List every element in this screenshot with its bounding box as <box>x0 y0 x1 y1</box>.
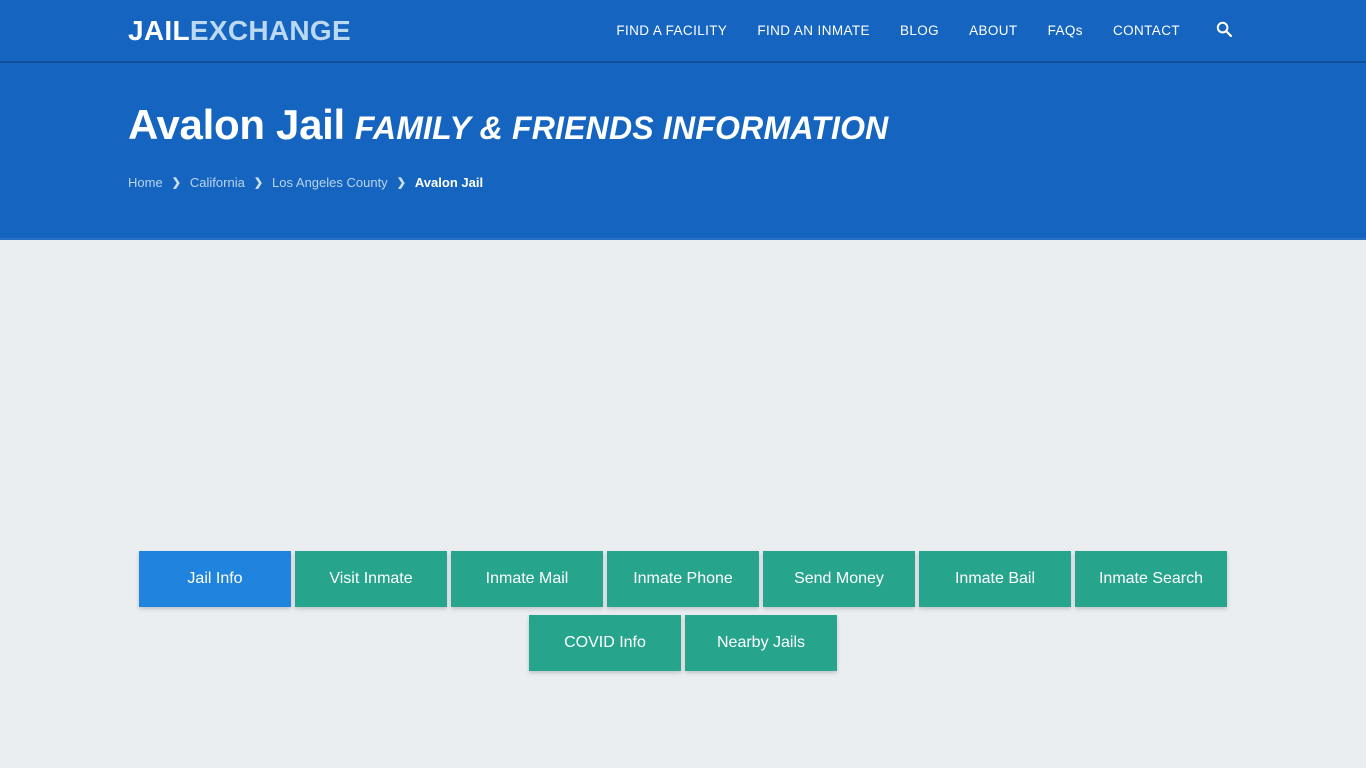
button-inmate-search[interactable]: Inmate Search <box>1075 551 1227 607</box>
button-inmate-bail[interactable]: Inmate Bail <box>919 551 1071 607</box>
breadcrumb-item-california[interactable]: California <box>190 175 245 190</box>
chevron-right-icon: ❯ <box>171 177 181 190</box>
site-header: JAILEXCHANGE FIND A FACILITY FIND AN INM… <box>0 0 1366 63</box>
button-visit-inmate[interactable]: Visit Inmate <box>295 551 447 607</box>
chevron-right-icon: ❯ <box>396 177 406 190</box>
logo-text-jail: JAIL <box>128 14 190 46</box>
search-button[interactable] <box>1210 21 1233 40</box>
chevron-right-icon: ❯ <box>253 177 264 190</box>
facility-section-buttons: Jail Info Visit Inmate Inmate Mail Inmat… <box>0 551 1366 671</box>
search-icon <box>1216 21 1233 40</box>
button-covid-info[interactable]: COVID Info <box>529 615 681 671</box>
site-logo[interactable]: JAILEXCHANGE <box>128 14 351 46</box>
button-jail-info[interactable]: Jail Info <box>139 551 291 607</box>
nav-item-blog[interactable]: BLOG <box>900 23 939 38</box>
facility-button-row-1: Jail Info Visit Inmate Inmate Mail Inmat… <box>128 551 1238 607</box>
facility-button-row-2: COVID Info Nearby Jails <box>128 615 1238 671</box>
nav-item-about[interactable]: ABOUT <box>969 23 1018 38</box>
nav-item-contact[interactable]: CONTACT <box>1113 23 1180 38</box>
page-title-subtitle: FAMILY & FRIENDS INFORMATION <box>354 110 889 146</box>
page-hero: Avalon Jail FAMILY & FRIENDS INFORMATION … <box>0 63 1366 240</box>
breadcrumb: Home ❯ California ❯ Los Angeles County ❯… <box>128 175 1238 190</box>
page-title-facility: Avalon Jail <box>128 101 345 148</box>
nav-item-find-a-facility[interactable]: FIND A FACILITY <box>616 23 727 38</box>
page-title: Avalon Jail FAMILY & FRIENDS INFORMATION <box>128 63 1238 147</box>
button-nearby-jails[interactable]: Nearby Jails <box>685 615 837 671</box>
breadcrumb-item-avalon-jail: Avalon Jail <box>414 175 484 191</box>
header-inner: JAILEXCHANGE FIND A FACILITY FIND AN INM… <box>0 14 1366 46</box>
nav-item-find-an-inmate[interactable]: FIND AN INMATE <box>757 23 870 38</box>
main-navigation: FIND A FACILITY FIND AN INMATE BLOG ABOU… <box>616 21 1233 40</box>
main-content: Jail Info Visit Inmate Inmate Mail Inmat… <box>0 240 1366 768</box>
button-send-money[interactable]: Send Money <box>763 551 915 607</box>
nav-item-faqs[interactable]: FAQs <box>1048 23 1083 38</box>
button-inmate-mail[interactable]: Inmate Mail <box>451 551 603 607</box>
logo-text-exchange: EXCHANGE <box>189 14 351 46</box>
breadcrumb-item-home[interactable]: Home <box>128 175 163 190</box>
button-inmate-phone[interactable]: Inmate Phone <box>607 551 759 607</box>
breadcrumb-item-los-angeles-county[interactable]: Los Angeles County <box>272 175 388 190</box>
